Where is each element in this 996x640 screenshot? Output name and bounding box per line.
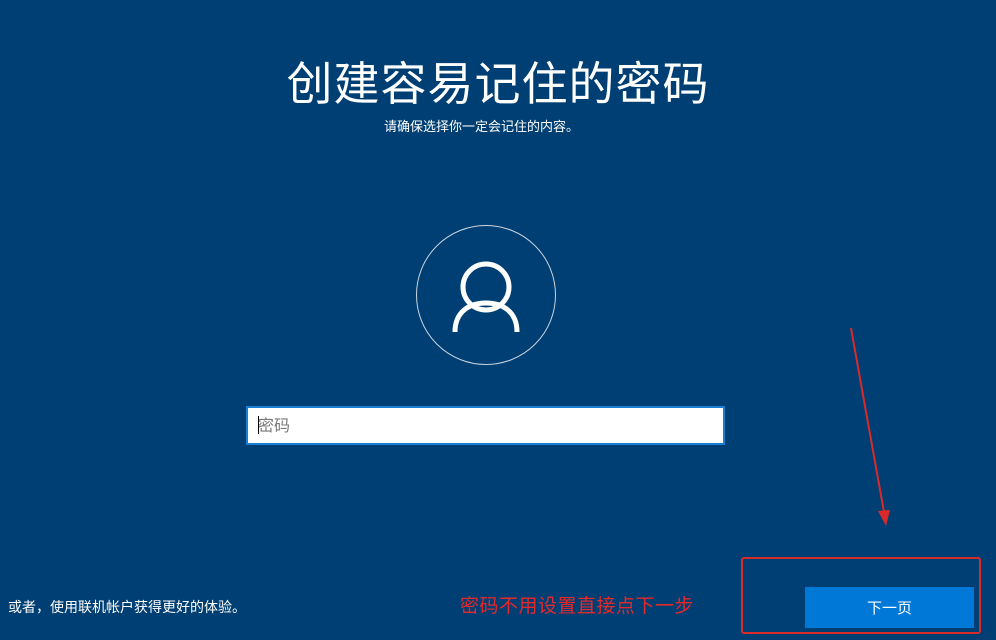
annotation-text: 密码不用设置直接点下一步 bbox=[460, 595, 695, 617]
password-input[interactable] bbox=[246, 406, 725, 445]
arrowhead-icon bbox=[878, 510, 890, 526]
text-cursor bbox=[258, 416, 259, 434]
online-account-link[interactable]: 或者，使用联机帐户获得更好的体验。 bbox=[8, 598, 246, 618]
avatar bbox=[416, 225, 556, 365]
page-subtitle: 请确保选择你一定会记住的内容。 bbox=[383, 120, 579, 135]
page-title: 创建容易记住的密码 bbox=[286, 57, 710, 111]
next-button[interactable]: 下一页 bbox=[805, 587, 974, 628]
user-icon bbox=[452, 261, 520, 333]
